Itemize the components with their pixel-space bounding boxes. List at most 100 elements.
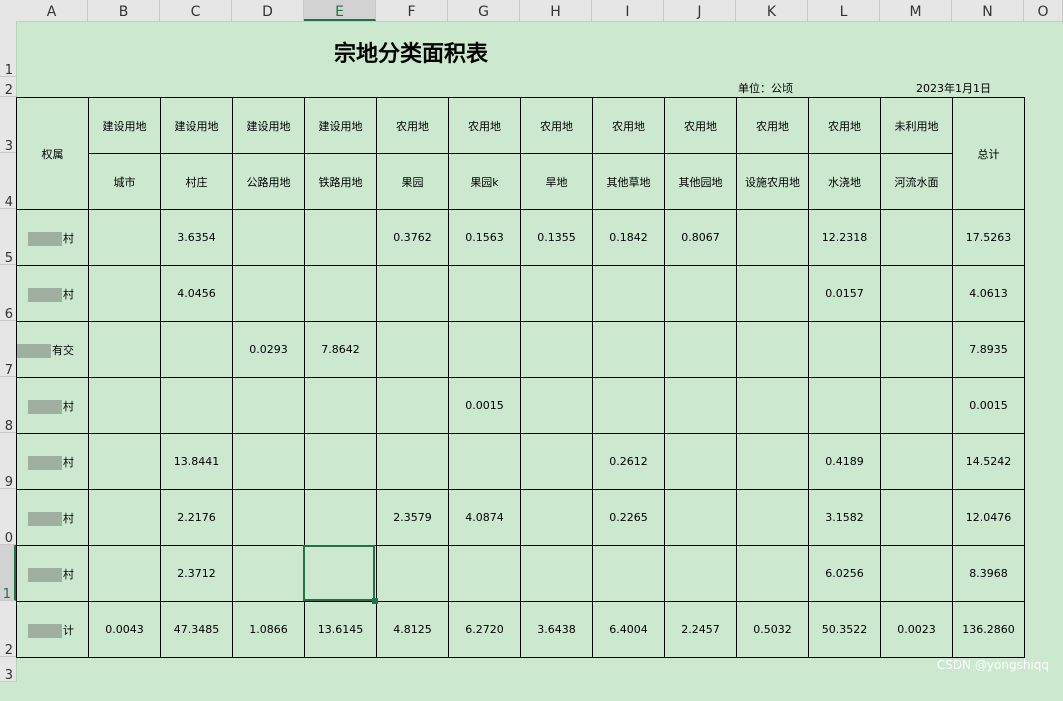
data-cell[interactable]: 13.8441	[160, 433, 233, 490]
data-cell[interactable]	[448, 321, 521, 378]
owner-cell[interactable]: 村	[16, 209, 89, 266]
data-cell[interactable]: 6.2720	[448, 601, 521, 658]
row-header-4[interactable]: 4	[0, 153, 16, 210]
data-cell[interactable]	[304, 209, 377, 266]
data-cell[interactable]: 0.0015	[448, 377, 521, 434]
data-cell[interactable]	[736, 377, 809, 434]
data-cell[interactable]	[448, 265, 521, 322]
data-cell[interactable]	[736, 265, 809, 322]
data-cell[interactable]	[592, 321, 665, 378]
column-header-e[interactable]: E	[304, 0, 376, 21]
header-total[interactable]: 总计	[952, 97, 1025, 210]
data-cell[interactable]	[520, 433, 593, 490]
data-cell[interactable]: 14.5242	[952, 433, 1025, 490]
row-header-6[interactable]: 6	[0, 265, 16, 322]
header-owner[interactable]: 权属	[16, 97, 89, 210]
data-cell[interactable]: 6.0256	[808, 545, 881, 602]
active-cell-selection[interactable]	[303, 545, 375, 601]
fill-handle[interactable]	[372, 598, 378, 604]
data-cell[interactable]	[304, 433, 377, 490]
column-header-l[interactable]: L	[808, 0, 880, 21]
header-category[interactable]: 建设用地	[88, 97, 161, 154]
data-cell[interactable]: 0.8067	[664, 209, 737, 266]
data-cell[interactable]	[880, 377, 953, 434]
data-cell[interactable]	[880, 209, 953, 266]
data-cell[interactable]	[232, 265, 305, 322]
data-cell[interactable]	[736, 433, 809, 490]
data-cell[interactable]	[808, 377, 881, 434]
data-cell[interactable]	[664, 265, 737, 322]
data-cell[interactable]: 2.2176	[160, 489, 233, 546]
header-category[interactable]: 农用地	[376, 97, 449, 154]
header-subcategory[interactable]: 水浇地	[808, 153, 881, 210]
data-cell[interactable]: 50.3522	[808, 601, 881, 658]
header-subcategory[interactable]: 果园k	[448, 153, 521, 210]
data-cell[interactable]	[592, 265, 665, 322]
header-category[interactable]: 建设用地	[232, 97, 305, 154]
header-subcategory[interactable]: 铁路用地	[304, 153, 377, 210]
column-header-c[interactable]: C	[160, 0, 232, 21]
data-cell[interactable]	[304, 489, 377, 546]
data-cell[interactable]: 7.8642	[304, 321, 377, 378]
data-cell[interactable]: 0.2612	[592, 433, 665, 490]
data-cell[interactable]: 0.3762	[376, 209, 449, 266]
data-cell[interactable]	[448, 545, 521, 602]
column-header-o[interactable]: O	[1024, 0, 1063, 21]
data-cell[interactable]	[304, 265, 377, 322]
data-cell[interactable]: 3.1582	[808, 489, 881, 546]
data-cell[interactable]	[160, 377, 233, 434]
data-cell[interactable]: 0.1563	[448, 209, 521, 266]
data-cell[interactable]	[880, 321, 953, 378]
header-subcategory[interactable]: 果园	[376, 153, 449, 210]
data-cell[interactable]	[880, 489, 953, 546]
data-cell[interactable]	[736, 489, 809, 546]
header-category[interactable]: 农用地	[808, 97, 881, 154]
data-cell[interactable]: 7.8935	[952, 321, 1025, 378]
data-cell[interactable]	[808, 321, 881, 378]
data-cell[interactable]: 0.0293	[232, 321, 305, 378]
row-header-5[interactable]: 5	[0, 209, 16, 266]
row-header-12[interactable]: 2	[0, 601, 16, 658]
data-cell[interactable]	[520, 545, 593, 602]
data-cell[interactable]	[376, 377, 449, 434]
data-cell[interactable]: 0.5032	[736, 601, 809, 658]
data-cell[interactable]: 4.0456	[160, 265, 233, 322]
header-category[interactable]: 农用地	[448, 97, 521, 154]
data-cell[interactable]	[232, 489, 305, 546]
header-subcategory[interactable]: 其他园地	[664, 153, 737, 210]
data-cell[interactable]	[304, 377, 377, 434]
column-header-f[interactable]: F	[376, 0, 448, 21]
header-category[interactable]: 农用地	[592, 97, 665, 154]
header-category[interactable]: 未利用地	[880, 97, 953, 154]
data-cell[interactable]: 0.4189	[808, 433, 881, 490]
data-cell[interactable]	[88, 265, 161, 322]
column-header-h[interactable]: H	[520, 0, 592, 21]
header-subcategory[interactable]: 设施农用地	[736, 153, 809, 210]
owner-cell[interactable]: 有交	[16, 321, 89, 378]
data-cell[interactable]	[520, 265, 593, 322]
data-cell[interactable]	[376, 433, 449, 490]
column-header-g[interactable]: G	[448, 0, 520, 21]
header-subcategory[interactable]: 河流水面	[880, 153, 953, 210]
data-cell[interactable]	[376, 265, 449, 322]
data-cell[interactable]	[232, 209, 305, 266]
data-cell[interactable]: 2.2457	[664, 601, 737, 658]
data-cell[interactable]	[88, 377, 161, 434]
data-cell[interactable]	[880, 265, 953, 322]
data-cell[interactable]	[736, 545, 809, 602]
data-cell[interactable]: 13.6145	[304, 601, 377, 658]
data-cell[interactable]	[520, 377, 593, 434]
data-cell[interactable]	[664, 545, 737, 602]
data-cell[interactable]	[664, 489, 737, 546]
data-cell[interactable]	[520, 321, 593, 378]
data-cell[interactable]: 12.0476	[952, 489, 1025, 546]
data-cell[interactable]: 2.3712	[160, 545, 233, 602]
owner-cell[interactable]: 计	[16, 601, 89, 658]
data-cell[interactable]: 3.6438	[520, 601, 593, 658]
data-cell[interactable]	[376, 321, 449, 378]
data-cell[interactable]	[88, 209, 161, 266]
data-cell[interactable]	[88, 321, 161, 378]
data-cell[interactable]: 3.6354	[160, 209, 233, 266]
header-category[interactable]: 建设用地	[304, 97, 377, 154]
data-cell[interactable]	[232, 377, 305, 434]
